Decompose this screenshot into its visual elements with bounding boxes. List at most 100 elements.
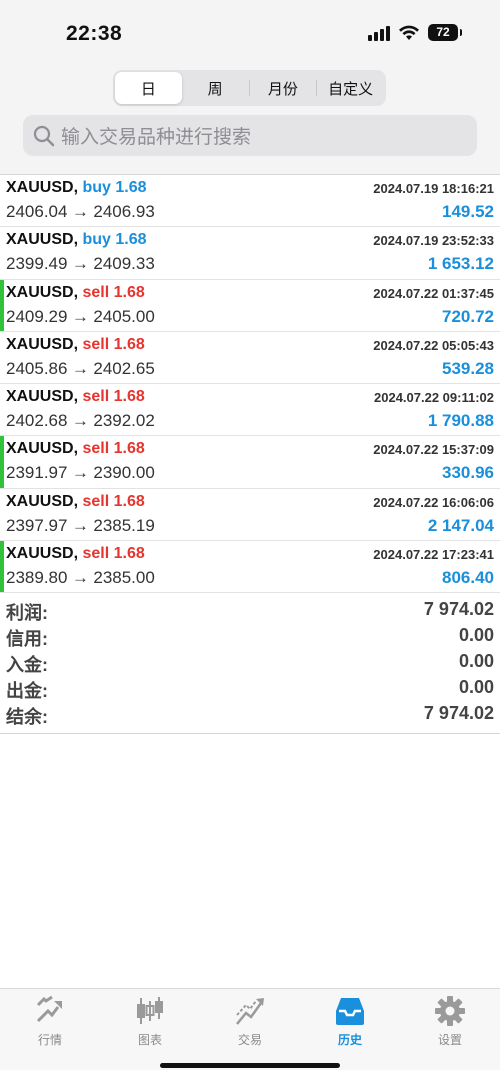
account-summary: 利润: 7 974.02 信用: 0.00 入金: 0.00 出金: 0.00 … <box>0 597 500 734</box>
trade-volume: 1.68 <box>115 179 147 196</box>
period-tab-week[interactable]: 周 <box>182 72 249 104</box>
search-icon <box>33 125 55 146</box>
trade-symbol: XAUUSD, <box>6 388 79 406</box>
summary-label: 信用: <box>6 629 48 649</box>
summary-label: 利润: <box>6 603 48 623</box>
trade-volume: 1.68 <box>113 492 145 510</box>
trade-row[interactable]: XAUUSD, buy 1.68 2024.07.19 18:16:21 2406… <box>0 175 500 228</box>
cellular-signal-icon <box>368 25 390 41</box>
trade-row[interactable]: XAUUSD, sell 1.68 2024.07.22 17:23:41 238… <box>0 541 500 594</box>
close-price: 2392.02 <box>93 411 155 431</box>
summary-row-deposit: 入金: 0.00 <box>0 649 500 675</box>
tab-settings[interactable]: 设置 <box>400 989 500 1070</box>
trade-side: sell <box>82 283 110 301</box>
open-price: 2405.86 <box>6 358 68 378</box>
trade-profit: 149.52 <box>442 202 494 221</box>
summary-value: 0.00 <box>458 677 494 697</box>
trade-time: 2024.07.22 15:37:09 <box>373 442 494 458</box>
period-tab-month[interactable]: 月份 <box>250 72 317 104</box>
trade-symbol: XAUUSD, <box>6 231 79 249</box>
summary-value: 0.00 <box>458 625 494 645</box>
close-price: 2390.00 <box>93 463 155 483</box>
trade-row[interactable]: XAUUSD, sell 1.68 2024.07.22 01:37:45 240… <box>0 279 500 332</box>
trade-icon <box>236 998 264 1025</box>
search-input[interactable]: 输入交易品种进行搜索 <box>23 115 477 156</box>
open-price: 2391.97 <box>6 463 68 483</box>
bottom-tab-bar: 行情 图表 交易 历史 设置 <box>0 988 500 1070</box>
tab-label: 行情 <box>37 1033 62 1047</box>
trade-side: buy <box>82 231 111 249</box>
trade-side: sell <box>82 335 110 353</box>
summary-row-balance: 结余: 7 974.02 <box>0 701 500 727</box>
trade-row[interactable]: XAUUSD, sell 1.68 2024.07.22 05:05:43 240… <box>0 332 500 385</box>
trade-profit: 806.40 <box>442 568 494 588</box>
trade-row[interactable]: XAUUSD, sell 1.68 2024.07.22 15:37:09 239… <box>0 436 500 489</box>
status-bar: 22:38 72 <box>0 0 500 68</box>
close-price: 2385.19 <box>93 515 155 535</box>
tab-label: 交易 <box>237 1033 262 1047</box>
trade-profit: 2 147.04 <box>427 515 494 535</box>
trade-volume: 1.68 <box>113 440 145 458</box>
summary-value: 0.00 <box>458 651 494 671</box>
open-price: 2406.04 <box>6 202 68 221</box>
trade-volume: 1.68 <box>113 545 145 563</box>
period-tab-day[interactable]: 日 <box>115 72 182 104</box>
tab-label: 设置 <box>437 1033 462 1047</box>
period-tab-custom[interactable]: 自定义 <box>317 72 384 104</box>
trade-side: sell <box>82 440 110 458</box>
price-arrow: → <box>71 411 89 431</box>
trade-time: 2024.07.22 05:05:43 <box>373 337 494 353</box>
trade-symbol: XAUUSD, <box>6 179 79 196</box>
tab-trade[interactable]: 交易 <box>200 989 300 1070</box>
settings-icon <box>435 996 465 1026</box>
quotes-icon <box>36 995 62 1023</box>
summary-label: 出金: <box>6 681 48 701</box>
price-arrow: → <box>71 358 89 378</box>
trade-profit: 720.72 <box>442 306 494 326</box>
summary-value: 7 974.02 <box>423 703 494 723</box>
open-price: 2402.68 <box>6 411 68 431</box>
trade-symbol: XAUUSD, <box>6 545 79 563</box>
trade-symbol: XAUUSD, <box>6 283 79 301</box>
trade-row[interactable]: XAUUSD, sell 1.68 2024.07.22 09:11:02 240… <box>0 384 500 437</box>
tab-history[interactable]: 历史 <box>300 989 400 1070</box>
trade-volume: 1.68 <box>115 231 147 249</box>
history-icon <box>336 998 364 1025</box>
open-price: 2397.97 <box>6 515 68 535</box>
tab-label: 历史 <box>337 1033 362 1047</box>
tab-chart[interactable]: 图表 <box>100 989 200 1070</box>
price-arrow: → <box>71 202 89 221</box>
close-price: 2385.00 <box>93 568 155 588</box>
trade-time: 2024.07.19 18:16:21 <box>373 181 494 196</box>
trade-side: sell <box>82 545 110 563</box>
trade-row[interactable]: XAUUSD, buy 1.68 2024.07.19 23:52:33 2399… <box>0 227 500 280</box>
chart-icon <box>137 997 163 1024</box>
close-price: 2409.33 <box>93 254 155 274</box>
trade-symbol: XAUUSD, <box>6 335 79 353</box>
summary-row-credit: 信用: 0.00 <box>0 623 500 649</box>
trade-time: 2024.07.22 09:11:02 <box>374 390 494 406</box>
open-price: 2389.80 <box>6 568 68 588</box>
status-time: 22:38 <box>66 22 123 45</box>
battery-icon: 72 <box>428 24 462 41</box>
trade-volume: 1.68 <box>113 283 145 301</box>
home-indicator[interactable] <box>160 1063 340 1068</box>
close-price: 2406.93 <box>93 202 155 221</box>
trade-time: 2024.07.22 16:06:06 <box>373 494 494 510</box>
open-price: 2399.49 <box>6 254 68 274</box>
trade-volume: 1.68 <box>113 388 145 406</box>
trade-profit: 1 653.12 <box>427 254 494 274</box>
summary-row-withdrawal: 出金: 0.00 <box>0 675 500 701</box>
summary-label: 入金: <box>6 655 48 675</box>
trade-row[interactable]: XAUUSD, sell 1.68 2024.07.22 16:06:06 239… <box>0 489 500 542</box>
trade-profit: 1 790.88 <box>427 411 494 431</box>
trade-time: 2024.07.19 23:52:33 <box>373 233 494 249</box>
tab-label: 图表 <box>137 1033 162 1047</box>
tab-quotes[interactable]: 行情 <box>0 989 100 1070</box>
trade-profit: 330.96 <box>442 463 494 483</box>
trade-side: sell <box>82 388 110 406</box>
trade-profit: 539.28 <box>442 358 494 378</box>
trade-symbol: XAUUSD, <box>6 440 79 458</box>
trade-time: 2024.07.22 01:37:45 <box>373 285 494 301</box>
price-arrow: → <box>71 254 89 274</box>
